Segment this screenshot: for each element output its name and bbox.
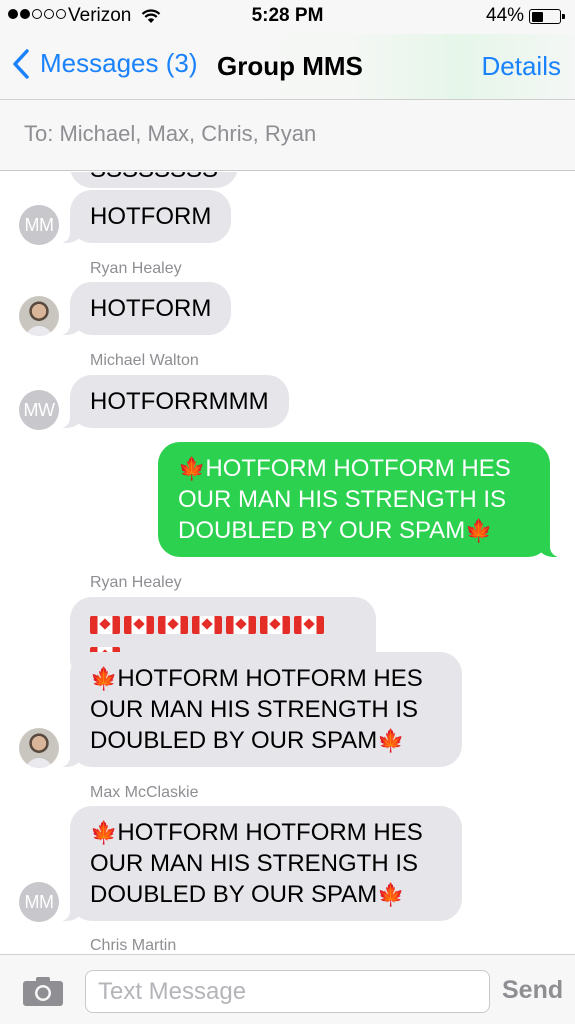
message-bubble[interactable]: 🍁HOTFORM HOTFORM HES OUR MAN HIS STRENGT… xyxy=(60,652,462,767)
sender-name: Max McClaskie xyxy=(90,784,199,801)
maple-leaf-icon: 🍁 xyxy=(90,820,118,845)
avatar[interactable]: MM xyxy=(19,882,59,922)
camera-icon[interactable] xyxy=(22,975,64,1007)
message-text: OUR MAN HIS STRENGTH IS xyxy=(90,850,419,877)
message-bubble-outgoing[interactable]: 🍁HOTFORM HOTFORM HES OUR MAN HIS STRENGT… xyxy=(158,442,560,557)
avatar[interactable] xyxy=(19,296,59,336)
message-input[interactable]: Text Message xyxy=(85,970,490,1013)
message-text: HOTFORM HOTFORM HES xyxy=(205,455,511,482)
maple-leaf-icon: 🍁 xyxy=(465,518,493,543)
message-text: HOTFORM xyxy=(90,295,212,322)
canada-flag-icon xyxy=(158,615,188,634)
message-input-placeholder: Text Message xyxy=(98,978,247,1005)
message-text: DOUBLED BY OUR SPAM xyxy=(90,881,378,908)
sender-name: Chris Martin xyxy=(90,937,177,954)
message-text: HOTFORRMMM xyxy=(90,388,269,415)
back-button[interactable]: Messages (3) xyxy=(12,48,198,79)
message-bubble-partial[interactable]: SSSSSSSS xyxy=(70,172,239,188)
maple-leaf-icon: 🍁 xyxy=(377,882,405,907)
sender-name: Michael Walton xyxy=(90,352,199,369)
status-bar: Verizon 5:28 PM 44% xyxy=(0,0,575,34)
message-text: HOTFORM HOTFORM HES xyxy=(117,819,423,846)
battery-percentage: 44% xyxy=(486,5,525,26)
sender-name: Ryan Healey xyxy=(90,260,182,277)
chevron-left-icon xyxy=(13,48,29,79)
message-text: HOTFORM HOTFORM HES xyxy=(117,665,423,692)
avatar[interactable] xyxy=(19,728,59,768)
maple-leaf-icon: 🍁 xyxy=(377,728,405,753)
message-text: DOUBLED BY OUR SPAM xyxy=(90,727,378,754)
compose-bar: Text Message Send xyxy=(0,954,575,1024)
message-bubble[interactable]: HOTFORM xyxy=(59,282,232,335)
canada-flag-icon xyxy=(226,615,256,634)
sender-name: Ryan Healey xyxy=(90,574,182,591)
message-text: DOUBLED BY OUR SPAM xyxy=(178,517,466,544)
canada-flag-icon xyxy=(192,615,222,634)
canada-flag-icon xyxy=(124,615,154,634)
message-text: OUR MAN HIS STRENGTH IS xyxy=(178,486,507,513)
recipients-bar[interactable]: To: Michael, Max, Chris, Ryan xyxy=(0,100,575,171)
recipients-list: To: Michael, Max, Chris, Ryan xyxy=(24,121,317,146)
canada-flag-icon xyxy=(90,615,120,634)
canada-flag-icon xyxy=(260,615,290,634)
message-text: OUR MAN HIS STRENGTH IS xyxy=(90,696,419,723)
avatar[interactable]: MW xyxy=(19,390,59,430)
message-bubble[interactable]: HOTFORRMMM xyxy=(60,375,289,428)
message-bubble[interactable]: 🍁HOTFORM HOTFORM HES OUR MAN HIS STRENGT… xyxy=(60,806,462,921)
battery-icon xyxy=(529,9,565,24)
back-button-label: Messages (3) xyxy=(40,48,198,78)
message-text: HOTFORM xyxy=(90,203,212,230)
message-thread[interactable]: SSSSSSSS MM HOTFORM Ryan Healey HOTFORM … xyxy=(0,172,575,954)
avatar[interactable]: MM xyxy=(19,205,59,245)
message-text: SSSSSSSS xyxy=(90,172,218,183)
message-bubble[interactable]: HOTFORM xyxy=(59,190,232,243)
maple-leaf-icon: 🍁 xyxy=(178,456,206,481)
details-button[interactable]: Details xyxy=(482,51,561,82)
canada-flag-icon xyxy=(294,615,324,634)
send-button[interactable]: Send xyxy=(502,976,563,1005)
navigation-bar: Messages (3) Group MMS Details xyxy=(0,34,575,100)
maple-leaf-icon: 🍁 xyxy=(90,666,118,691)
conversation-title: Group MMS xyxy=(217,51,363,81)
